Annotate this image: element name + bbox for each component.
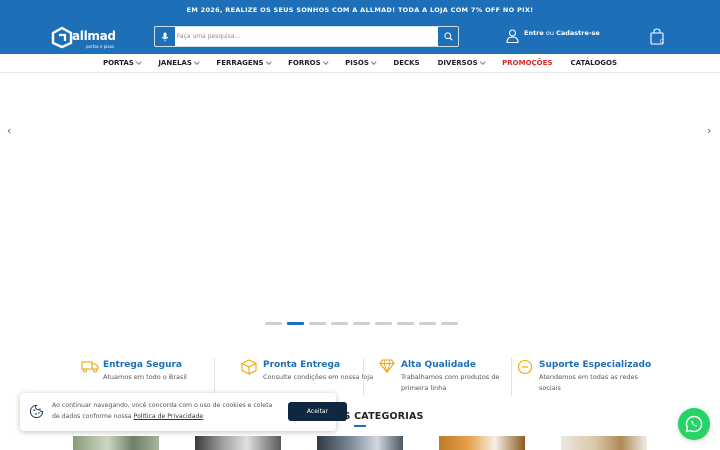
carousel-dot[interactable] (419, 322, 436, 325)
search-bar (154, 26, 459, 47)
nav-label: CATÁLOGOS (570, 59, 618, 67)
carousel-dot[interactable] (309, 322, 326, 325)
whatsapp-icon (685, 415, 703, 433)
nav-item-promocoes[interactable]: PROMOÇÕES (493, 59, 561, 67)
nav-label: FERRAGENS (216, 59, 264, 67)
cookie-text: Ao continuar navegando, você concorda co… (52, 400, 277, 422)
feature-title: Suporte Especializado (539, 360, 652, 370)
box-icon (241, 359, 257, 375)
categories-title: AS CATEGORIAS (336, 411, 424, 422)
logo-text: allmad (72, 29, 116, 43)
nav-item-decks[interactable]: DECKS (384, 59, 428, 67)
search-button[interactable] (438, 27, 458, 46)
nav-item-forros[interactable]: FORROS (279, 59, 336, 67)
divider (511, 358, 512, 396)
carousel-dot[interactable] (375, 322, 392, 325)
cookie-banner: Ao continuar navegando, você concorda co… (20, 393, 347, 431)
header: allmad portas e pisos Entre ou Cadast (0, 20, 720, 54)
search-input[interactable] (177, 27, 439, 46)
category-card[interactable] (73, 436, 159, 450)
feature-title: Alta Qualidade (401, 360, 476, 370)
carousel-dot[interactable] (287, 322, 304, 325)
carousel-next-button[interactable]: › (707, 124, 711, 137)
nav-item-ferragens[interactable]: FERRAGENS (207, 59, 279, 67)
nav-label: JANELAS (158, 59, 192, 67)
truck-icon (81, 361, 99, 373)
cookie-icon (29, 404, 44, 419)
nav-label: FORROS (288, 59, 321, 67)
feature-desc: Atuamos em todo o Brasil (103, 373, 187, 381)
announcement-text: EM 2026, REALIZE OS SEUS SONHOS COM A AL… (186, 6, 534, 14)
announcement-bar: EM 2026, REALIZE OS SEUS SONHOS COM A AL… (0, 0, 720, 20)
feature-title: Entrega Segura (103, 360, 182, 370)
logo-tagline: portas e pisos (86, 44, 115, 49)
divider (363, 358, 364, 396)
nav-label: DECKS (393, 59, 420, 67)
carousel-dot[interactable] (397, 322, 414, 325)
category-card[interactable] (561, 436, 647, 450)
divider (214, 358, 215, 396)
chevron-down-icon (479, 59, 485, 65)
chevron-down-icon (136, 59, 142, 65)
nav-label: PORTAS (102, 59, 134, 67)
signup-link[interactable]: Cadastre-se (556, 29, 600, 37)
nav-item-pisos[interactable]: PISOS (336, 59, 384, 67)
chevron-down-icon (322, 59, 328, 65)
nav-label: DIVERSOS (437, 59, 478, 67)
nav-label: PISOS (345, 59, 369, 67)
category-card[interactable] (195, 436, 281, 450)
carousel-prev-button[interactable]: ‹ (7, 124, 11, 137)
carousel-dot[interactable] (265, 322, 282, 325)
feature-desc: Trabalhamos com produtos de primeira lin… (401, 373, 500, 392)
privacy-policy-link[interactable]: Política de Privacidade (134, 413, 204, 420)
category-card[interactable] (317, 436, 403, 450)
cart-count: 0 (660, 39, 664, 45)
nav-item-diversos[interactable]: DIVERSOS (429, 59, 494, 67)
support-icon (517, 359, 533, 375)
category-card[interactable] (439, 436, 525, 450)
nav-item-janelas[interactable]: JANELAS (149, 59, 207, 67)
account-link[interactable]: Entre ou Cadastre-se (506, 27, 606, 49)
carousel-dots (265, 322, 458, 325)
chevron-down-icon (371, 59, 377, 65)
feature-title: Pronta Entrega (263, 360, 341, 370)
user-icon (506, 29, 519, 43)
chevron-down-icon (194, 59, 200, 65)
section-underline (354, 425, 366, 427)
main-nav: PORTAS JANELAS FERRAGENS FORROS PISOS DE… (0, 54, 720, 73)
microphone-icon[interactable] (155, 27, 175, 46)
feature-desc: Atendemos em todas as redes sociais (539, 373, 638, 392)
whatsapp-button[interactable] (678, 408, 710, 440)
carousel-dot[interactable] (441, 322, 458, 325)
carousel-dot[interactable] (353, 322, 370, 325)
account-or: ou (545, 29, 554, 37)
hero-carousel (0, 74, 720, 344)
nav-item-catalogos[interactable]: CATÁLOGOS (561, 59, 626, 67)
chevron-down-icon (265, 59, 271, 65)
diamond-icon (379, 359, 395, 373)
features-strip: Entrega Segura Atuamos em todo o Brasil … (65, 358, 665, 396)
logo-mark-icon (51, 26, 73, 49)
feature-desc: Consulte condições em nossa loja (263, 373, 374, 381)
nav-item-portas[interactable]: PORTAS (94, 59, 149, 67)
search-icon (443, 32, 453, 41)
login-link[interactable]: Entre (524, 29, 544, 37)
logo[interactable]: allmad portas e pisos (50, 23, 120, 53)
carousel-dot[interactable] (331, 322, 348, 325)
cart-button[interactable]: 0 (650, 28, 668, 48)
accept-cookies-button[interactable]: Aceitar (288, 402, 347, 421)
nav-label: PROMOÇÕES (502, 59, 553, 67)
